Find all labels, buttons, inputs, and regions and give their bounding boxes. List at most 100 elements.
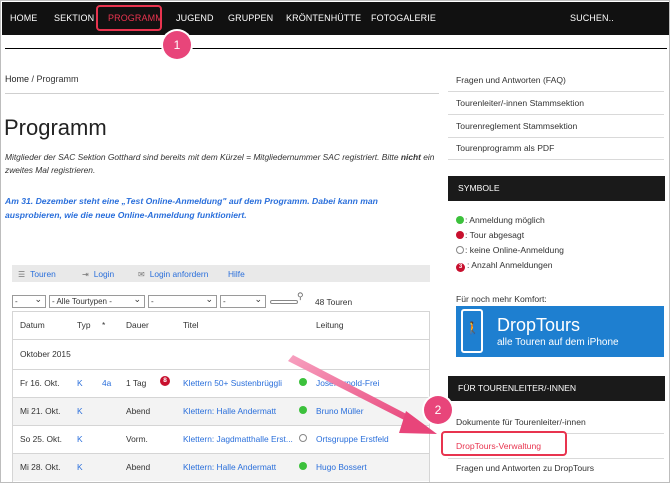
nav-home[interactable]: HOME <box>10 13 37 23</box>
program-table: Datum Typ * Dauer Titel Leitung Oktober … <box>12 311 430 482</box>
empty-circle-icon <box>456 246 464 254</box>
sidebar-link-droptours-faq[interactable]: Fragen und Antworten zu DropTours <box>456 463 594 473</box>
no-online-registration-icon <box>299 434 307 442</box>
cell-typ[interactable]: K <box>77 434 83 444</box>
toolbar-hilfe[interactable]: Hilfe <box>228 269 245 279</box>
cell-leitung[interactable]: Hugo Bossert <box>316 462 367 472</box>
cell-leitung[interactable]: Josef Arnold-Frei <box>316 378 379 388</box>
sidebar-divider <box>448 159 664 160</box>
cell-dauer: Abend <box>126 462 151 472</box>
filter-select-4[interactable]: - <box>220 294 266 308</box>
breadcrumb: Home / Programm <box>5 74 79 84</box>
symbol-label: : Tour abgesagt <box>465 230 525 240</box>
symbols-header: SYMBOLE <box>448 176 665 201</box>
cell-titel[interactable]: Klettern: Halle Andermatt <box>183 406 276 416</box>
registration-open-icon[interactable] <box>299 462 307 470</box>
callout-badge-1: 1 <box>163 31 191 59</box>
symbol-label: : Anzahl Anmeldungen <box>467 260 553 270</box>
sidebar-link-faq[interactable]: Fragen und Antworten (FAQ) <box>456 75 566 85</box>
nav-kroentenhuette[interactable]: KRÖNTENHÜTTE <box>286 13 361 23</box>
sidebar-divider <box>448 458 664 459</box>
droptours-subtitle: alle Touren auf dem iPhone <box>497 337 619 348</box>
nav-fotogalerie[interactable]: FOTOGALERIE <box>371 13 436 23</box>
callout-badge-2: 2 <box>424 396 452 424</box>
test-registration-notice: Am 31. Dezember steht eine „Test Online-… <box>5 196 378 220</box>
toolbar-touren-label: Touren <box>30 269 56 279</box>
breadcrumb-current: Programm <box>36 74 79 84</box>
toolbar-login-label: Login <box>93 269 115 279</box>
programm-highlight-box <box>96 5 162 31</box>
comfort-label: Für noch mehr Komfort: <box>456 294 547 304</box>
cell-titel[interactable]: Klettern: Halle Andermatt <box>183 462 276 472</box>
droptours-banner[interactable]: DropTours alle Touren auf dem iPhone <box>456 306 664 357</box>
toolbar-login[interactable]: ⇥ Login <box>82 269 114 279</box>
header-star[interactable]: * <box>102 320 105 330</box>
cell-leitung[interactable]: Ortsgruppe Erstfeld <box>316 434 389 444</box>
registration-open-icon[interactable] <box>299 378 307 386</box>
filter-select-3[interactable]: - <box>148 294 217 308</box>
table-row[interactable]: Mi 21. Okt. K Abend Klettern: Halle Ande… <box>13 397 429 425</box>
symbol-legend-count: 3: Anzahl Anmeldungen <box>456 260 553 272</box>
toolbar-login-anfordern-label: Login anfordern <box>149 269 209 279</box>
search-slider[interactable] <box>270 300 298 304</box>
sidebar-link-dokumente[interactable]: Dokumente für Tourenleiter/-innen <box>456 417 586 427</box>
page-title: Programm <box>4 115 107 140</box>
symbol-label: : keine Online-Anmeldung <box>465 245 564 255</box>
cell-typ[interactable]: K <box>77 406 83 416</box>
table-row[interactable]: Mi 28. Okt. K Abend Klettern: Halle Ande… <box>13 453 429 481</box>
filter-select-1[interactable]: - <box>12 294 46 308</box>
count-badge-icon: 3 <box>456 263 465 272</box>
green-dot-icon <box>456 216 464 224</box>
filter-tourtyp-select[interactable]: - Alle Tourtypen - <box>49 294 145 308</box>
sidebar-link-tourenleiter[interactable]: Tourenleiter/-innen Stammsektion <box>456 98 584 108</box>
sidebar-link-tourenreglement[interactable]: Tourenreglement Stammsektion <box>456 121 577 131</box>
cell-titel[interactable]: Klettern 50+ Sustenbrüggli <box>183 378 282 388</box>
month-label: Oktober 2015 <box>20 349 71 359</box>
cell-titel[interactable]: Klettern: Jagdmatthalle Erst... <box>183 434 293 444</box>
symbol-label: : Anmeldung möglich <box>465 215 545 225</box>
nav-gruppen[interactable]: GRUPPEN <box>228 13 273 23</box>
header-leitung[interactable]: Leitung <box>316 320 343 330</box>
red-dot-icon <box>456 231 464 239</box>
breadcrumb-home[interactable]: Home <box>5 74 29 84</box>
cell-grade[interactable]: 4a <box>102 378 111 388</box>
symbol-legend-cancelled: : Tour abgesagt <box>456 230 524 240</box>
nav-search[interactable]: SUCHEN.. <box>570 13 614 23</box>
nav-sektion[interactable]: SEKTION <box>54 13 94 23</box>
sidebar-divider <box>448 91 664 92</box>
toolbar-login-anfordern[interactable]: ✉ Login anfordern <box>138 269 208 279</box>
cell-datum: Mi 28. Okt. <box>20 462 61 472</box>
registration-open-icon[interactable] <box>299 406 307 414</box>
breadcrumb-separator: / <box>29 74 37 84</box>
cell-dauer: 1 Tag <box>126 378 147 388</box>
header-typ[interactable]: Typ <box>77 320 91 330</box>
droptours-title: DropTours <box>497 315 581 335</box>
sidebar-link-pdf[interactable]: Tourenprogramm als PDF <box>456 143 554 153</box>
cell-dauer: Abend <box>126 406 151 416</box>
intro-text-part1: Mitglieder der SAC Sektion Gotthard sind… <box>5 152 401 162</box>
droptours-verwaltung-highlight[interactable]: DropTours-Verwaltung <box>441 431 567 456</box>
sidebar-link-droptours-verwaltung[interactable]: DropTours-Verwaltung <box>456 441 541 451</box>
table-row[interactable]: Fr 16. Okt. K 4a 1 Tag 8 Klettern 50+ Su… <box>13 369 429 397</box>
search-icon[interactable]: ⚲ <box>297 291 304 302</box>
cell-datum: Mi 21. Okt. <box>20 406 61 416</box>
header-dauer[interactable]: Dauer <box>126 320 149 330</box>
symbol-legend-no-online: : keine Online-Anmeldung <box>456 245 564 255</box>
header-datum[interactable]: Datum <box>20 320 45 330</box>
tourenleiter-header: FÜR TOURENLEITER/-INNEN <box>448 376 665 401</box>
cell-datum: Fr 16. Okt. <box>20 378 60 388</box>
nav-jugend[interactable]: JUGEND <box>176 13 214 23</box>
list-icon: ☰ <box>18 270 26 279</box>
header-titel[interactable]: Titel <box>183 320 199 330</box>
nav-divider <box>5 48 667 49</box>
cell-typ[interactable]: K <box>77 462 83 472</box>
table-row[interactable]: So 25. Okt. K Vorm. Klettern: Jagdmattha… <box>13 425 429 453</box>
tour-count: 48 Touren <box>315 297 353 307</box>
cell-dauer: Vorm. <box>126 434 148 444</box>
program-toolbar: ☰ Touren ⇥ Login ✉ Login anfordern Hilfe <box>12 265 430 282</box>
cell-leitung[interactable]: Bruno Müller <box>316 406 363 416</box>
breadcrumb-divider <box>5 93 439 94</box>
filter-bar: - - Alle Tourtypen - - - ⚲ 48 Touren <box>12 291 442 309</box>
toolbar-touren[interactable]: ☰ Touren <box>18 269 56 279</box>
cell-typ[interactable]: K <box>77 378 83 388</box>
